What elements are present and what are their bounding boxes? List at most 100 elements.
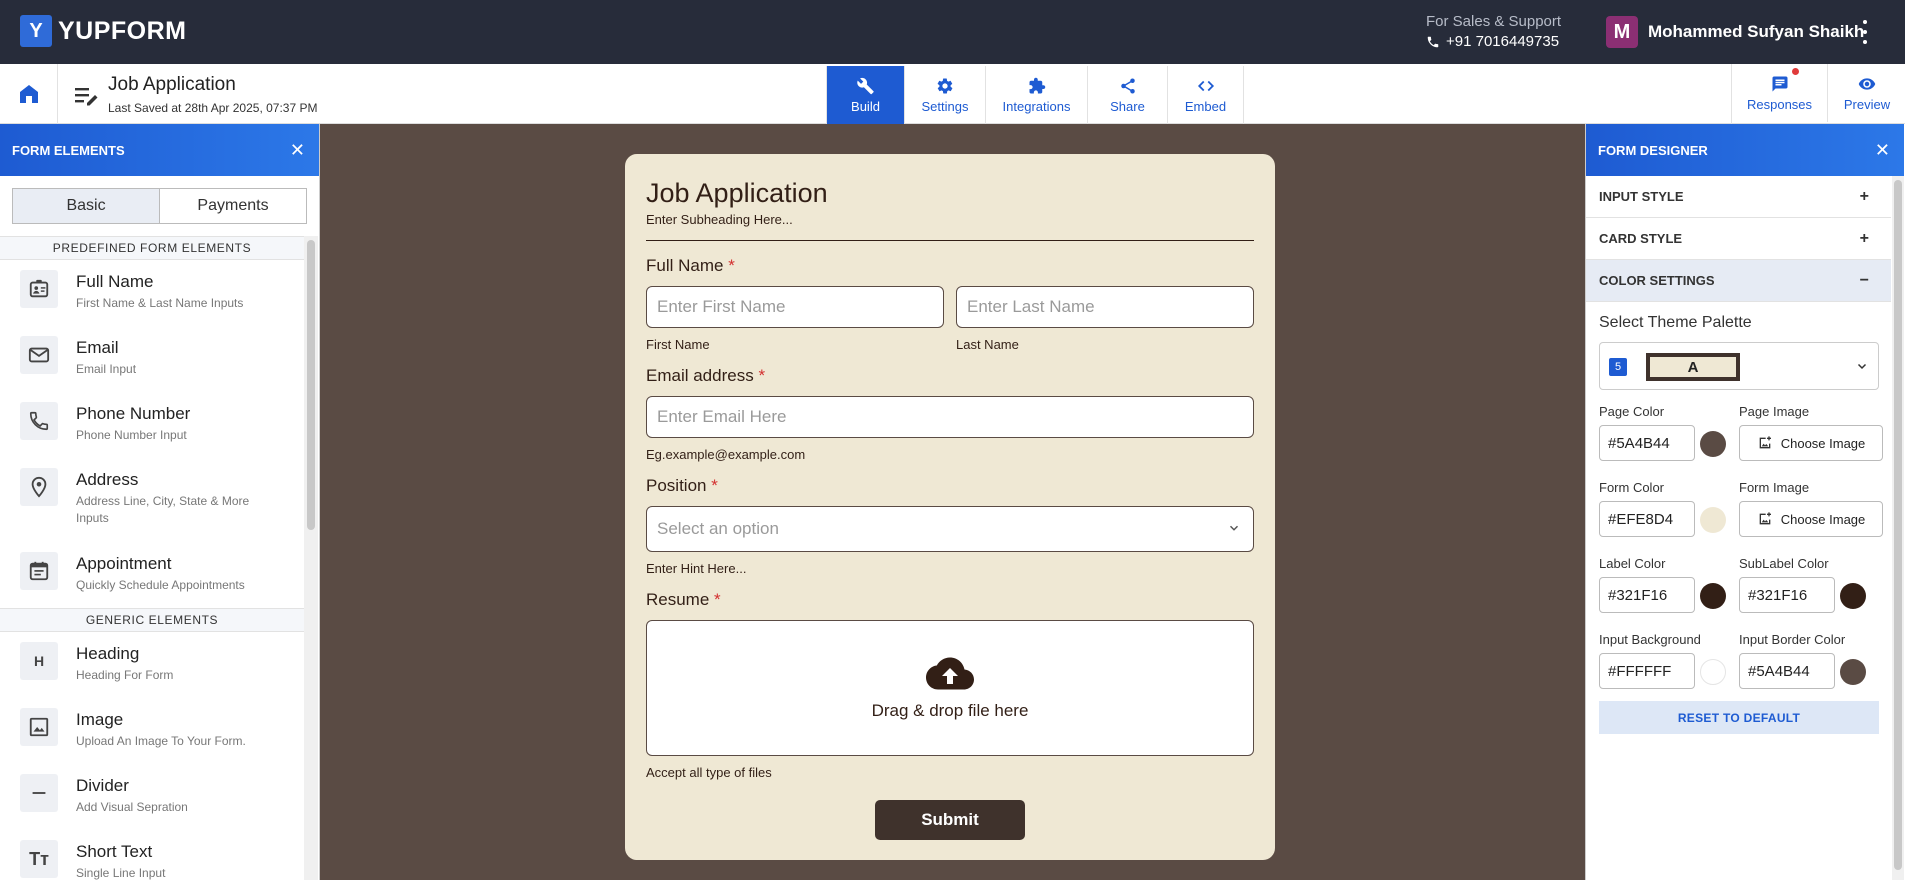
- page-color-label: Page Color: [1599, 404, 1665, 419]
- label-color-input[interactable]: #321F16: [1599, 577, 1695, 613]
- resume-label: Resume *: [646, 590, 721, 609]
- tab-integrations[interactable]: Integrations: [986, 66, 1088, 124]
- element-name: Image: [76, 710, 124, 729]
- puzzle-icon: [1029, 77, 1045, 93]
- form-elements-panel: FORM ELEMENTS ✕ Basic Payments PREDEFINE…: [0, 124, 320, 880]
- generic-elements-list: H Heading Heading For Form Image Upload An…: [0, 632, 304, 880]
- home-button[interactable]: [0, 64, 58, 124]
- element-full-name[interactable]: Full Name First Name & Last Name Inputs: [0, 260, 304, 326]
- form-title[interactable]: Job Application: [108, 74, 236, 96]
- element-name: Short Text: [76, 842, 153, 861]
- left-scrollbar-thumb[interactable]: [307, 240, 315, 530]
- close-icon[interactable]: ✕: [290, 140, 305, 161]
- form-color-input[interactable]: #EFE8D4: [1599, 501, 1695, 537]
- element-desc: First Name & Last Name Inputs: [76, 296, 244, 310]
- support-phone[interactable]: +91 7016449735: [1426, 33, 1561, 50]
- element-desc: Single Line Input: [76, 866, 166, 880]
- app-logo[interactable]: Y YUPFORM: [20, 15, 187, 47]
- support-phone-number: +91 7016449735: [1446, 33, 1560, 50]
- user-menu[interactable]: M Mohammed Sufyan Shaikh: [1606, 16, 1864, 48]
- form-color-label: Form Color: [1599, 480, 1665, 495]
- element-phone-number[interactable]: Phone Number Phone Number Input: [0, 392, 304, 458]
- phone-icon: [20, 402, 58, 440]
- segment-basic[interactable]: Basic: [13, 189, 160, 223]
- sublabel-color-swatch[interactable]: [1840, 583, 1866, 609]
- first-name-hint: First Name: [646, 337, 710, 352]
- form-divider: [646, 240, 1254, 241]
- tab-share[interactable]: Share: [1088, 66, 1168, 124]
- tab-responses[interactable]: Responses: [1732, 64, 1828, 122]
- email-input[interactable]: Enter Email Here: [646, 396, 1254, 438]
- label-color-swatch[interactable]: [1700, 583, 1726, 609]
- element-heading[interactable]: H Heading Heading For Form: [0, 632, 304, 698]
- chat-icon: [1772, 76, 1787, 91]
- tab-settings[interactable]: Settings: [905, 66, 986, 124]
- submit-button[interactable]: Submit: [875, 800, 1025, 840]
- page-choose-image-button[interactable]: Choose Image: [1739, 425, 1883, 461]
- input-background-swatch[interactable]: [1700, 659, 1726, 685]
- element-short-text[interactable]: Tт Short Text Single Line Input: [0, 830, 304, 880]
- element-appointment[interactable]: Appointment Quickly Schedule Appointments: [0, 542, 304, 608]
- plus-icon: +: [1859, 187, 1869, 205]
- accordion-input-style[interactable]: INPUT STYLE +: [1586, 176, 1891, 218]
- top-bar: Y YUPFORM For Sales & Support +91 701644…: [0, 0, 1905, 64]
- element-image[interactable]: Image Upload An Image To Your Form.: [0, 698, 304, 764]
- page-color-swatch[interactable]: [1700, 431, 1726, 457]
- element-name: Address: [76, 470, 139, 489]
- input-border-color-input[interactable]: #5A4B44: [1739, 653, 1835, 689]
- reset-to-default-button[interactable]: RESET TO DEFAULT: [1599, 701, 1879, 734]
- element-name: Email: [76, 338, 119, 357]
- sublabel-color-input[interactable]: #321F16: [1739, 577, 1835, 613]
- form-subheading[interactable]: Enter Subheading Here...: [646, 212, 793, 227]
- generic-section-title: GENERIC ELEMENTS: [0, 608, 304, 632]
- element-desc: Phone Number Input: [76, 428, 187, 442]
- segment-payments[interactable]: Payments: [160, 189, 306, 223]
- add-image-icon: [1759, 512, 1771, 525]
- element-desc: Upload An Image To Your Form.: [76, 734, 246, 748]
- first-name-input[interactable]: Enter First Name: [646, 286, 944, 328]
- element-desc: Heading For Form: [76, 668, 174, 682]
- tab-share-label: Share: [1110, 98, 1145, 114]
- position-select[interactable]: Select an option: [646, 506, 1254, 552]
- form-card: Job Application Enter Subheading Here...…: [625, 154, 1275, 860]
- accordion-label: INPUT STYLE: [1599, 189, 1684, 204]
- accordion-card-style[interactable]: CARD STYLE +: [1586, 218, 1891, 260]
- tab-embed[interactable]: Embed: [1168, 66, 1244, 124]
- input-background-label: Input Background: [1599, 632, 1701, 647]
- accordion-color-settings[interactable]: COLOR SETTINGS −: [1586, 260, 1891, 302]
- position-label: Position *: [646, 476, 718, 495]
- form-color-swatch[interactable]: [1700, 507, 1726, 533]
- element-email[interactable]: Email Email Input: [0, 326, 304, 392]
- element-divider[interactable]: Divider Add Visual Sepration: [0, 764, 304, 830]
- phone-icon: [1427, 36, 1439, 47]
- right-scrollbar-thumb[interactable]: [1894, 180, 1902, 870]
- last-name-input[interactable]: Enter Last Name: [956, 286, 1254, 328]
- element-type-switch: Basic Payments: [12, 188, 307, 224]
- id-card-icon: [20, 270, 58, 308]
- label-color-label: Label Color: [1599, 556, 1666, 571]
- accordion-label: COLOR SETTINGS: [1599, 273, 1715, 288]
- user-name: Mohammed Sufyan Shaikh: [1648, 22, 1865, 41]
- calendar-icon: [20, 552, 58, 590]
- avatar: M: [1606, 16, 1638, 48]
- resume-dropzone[interactable]: Drag & drop file here: [646, 620, 1254, 756]
- tab-preview[interactable]: Preview: [1828, 64, 1905, 122]
- logo-mark-icon: Y: [20, 15, 52, 47]
- email-hint: Eg.example@example.com: [646, 447, 806, 462]
- tab-build[interactable]: Build: [827, 66, 905, 124]
- form-toolbar: Job Application Last Saved at 28th Apr 2…: [0, 64, 1905, 124]
- last-name-hint: Last Name: [956, 337, 1019, 352]
- input-border-color-label: Input Border Color: [1739, 632, 1846, 647]
- form-choose-image-button[interactable]: Choose Image: [1739, 501, 1883, 537]
- theme-palette-select[interactable]: 5 A: [1599, 342, 1879, 390]
- form-heading[interactable]: Job Application: [646, 178, 828, 209]
- element-address[interactable]: Address Address Line, City, State & More …: [0, 458, 304, 542]
- more-vertical-icon[interactable]: [1858, 20, 1872, 44]
- input-background-input[interactable]: #FFFFFF: [1599, 653, 1695, 689]
- palette-swatch: A: [1646, 353, 1740, 381]
- input-border-color-swatch[interactable]: [1840, 659, 1866, 685]
- close-icon[interactable]: ✕: [1875, 140, 1890, 161]
- add-image-icon: [1759, 436, 1771, 449]
- email-label: Email address *: [646, 366, 766, 385]
- page-color-input[interactable]: #5A4B44: [1599, 425, 1695, 461]
